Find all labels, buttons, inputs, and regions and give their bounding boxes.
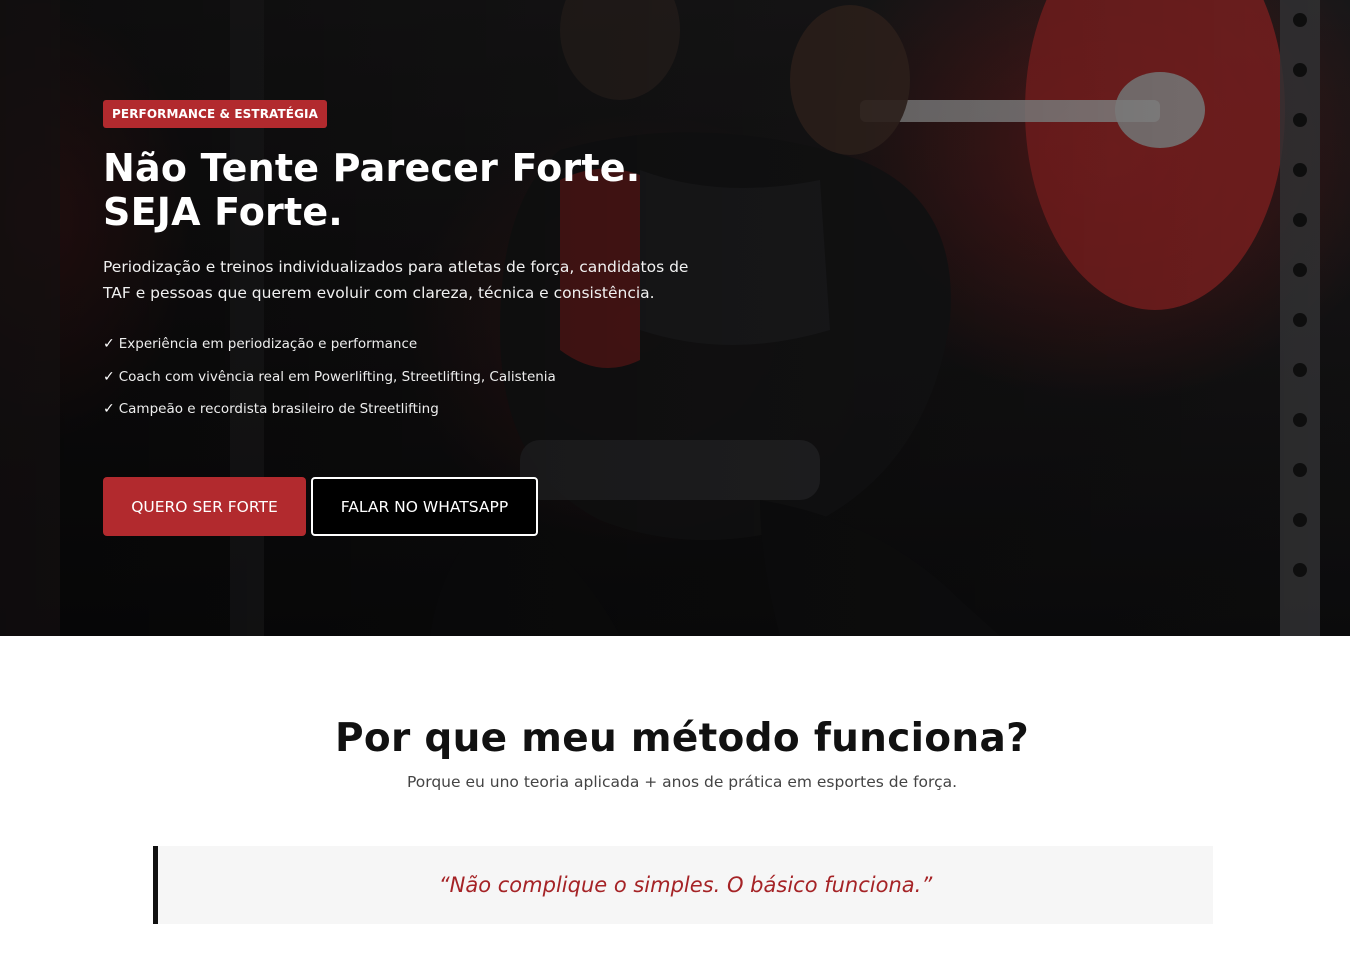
- method-title: Por que meu método funciona?: [334, 716, 1030, 761]
- method-quote-text: “Não complique o simples. O básico funci…: [438, 873, 933, 897]
- whatsapp-button[interactable]: FALAR NO WHATSAPP: [311, 477, 538, 536]
- checklist-item: ✓ Campeão e recordista brasileiro de Str…: [103, 399, 723, 419]
- hero-title: Não Tente Parecer Forte. SEJA Forte.: [103, 146, 723, 234]
- method-subtitle: Porque eu uno teoria aplicada + anos de …: [406, 773, 958, 791]
- checklist-item-label: Coach com vivência real em Powerlifting,…: [118, 368, 556, 385]
- hero-title-line1: Não Tente Parecer Forte.: [103, 146, 641, 190]
- checklist-item-label: Campeão e recordista brasileiro de Stree…: [118, 401, 439, 417]
- hero-badge: PERFORMANCE & ESTRATÉGIA: [103, 100, 327, 128]
- checklist-item: ✓ Coach com vivência real em Powerliftin…: [103, 367, 723, 387]
- method-quote: “Não complique o simples. O básico funci…: [153, 846, 1213, 924]
- hero-checklist: ✓ Experiência em periodização e performa…: [103, 334, 723, 419]
- quero-ser-forte-button[interactable]: QUERO SER FORTE: [103, 477, 306, 536]
- checklist-item-label: Experiência em periodização e performanc…: [118, 336, 418, 352]
- hero-description: Periodização e treinos individualizados …: [103, 258, 689, 302]
- hero-title-line2: SEJA Forte.: [103, 190, 343, 234]
- hero-cta-row: QUERO SER FORTE FALAR NO WHATSAPP: [103, 477, 538, 536]
- check-icon: ✓: [103, 401, 115, 417]
- checklist-item: ✓ Experiência em periodização e performa…: [103, 334, 723, 354]
- check-icon: ✓: [103, 336, 115, 352]
- check-icon: ✓: [103, 368, 115, 385]
- hero-section: PERFORMANCE & ESTRATÉGIA Não Tente Parec…: [0, 0, 1350, 636]
- method-section: Por que meu método funciona? Porque eu u…: [0, 636, 1350, 963]
- hero-content: PERFORMANCE & ESTRATÉGIA Não Tente Parec…: [103, 100, 723, 432]
